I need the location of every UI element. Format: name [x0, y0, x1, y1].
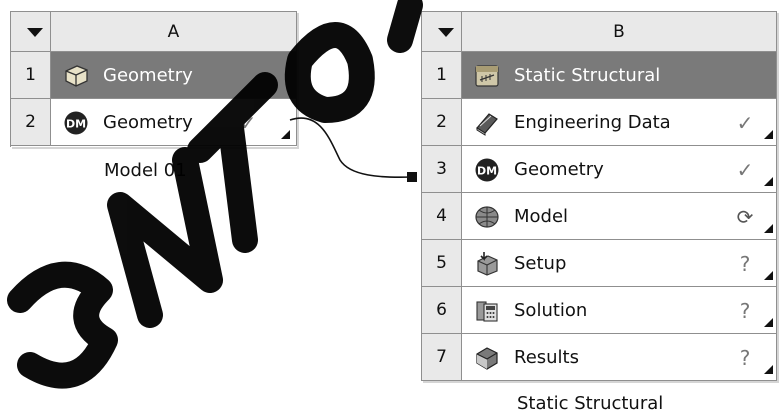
corner-arrow-icon [764, 271, 773, 280]
row-number: 7 [422, 334, 462, 381]
system-b-row-5[interactable]: 5 Setup ? [422, 240, 777, 287]
system-b-row-1[interactable]: 1 Static Structural [422, 52, 777, 99]
question-icon: ? [739, 252, 751, 276]
corner-arrow-icon [764, 177, 773, 186]
engineering-data-icon [476, 113, 498, 136]
row-number: 4 [422, 193, 462, 240]
static-structural-icon [475, 65, 499, 87]
column-letter: B [462, 12, 777, 52]
corner-arrow-icon [764, 130, 773, 139]
corner-arrow-icon [764, 365, 773, 374]
cell-label: Static Structural [514, 65, 661, 86]
cell-label: Model [514, 206, 569, 227]
question-icon: ? [739, 299, 751, 323]
system-b-row-6[interactable]: 6 Solution ? [422, 287, 777, 334]
row-number: 5 [422, 240, 462, 287]
cell-label: Results [514, 347, 579, 368]
system-b-row-3[interactable]: 3 DM Geometry ✓ [422, 146, 777, 193]
dm-icon: DM [475, 158, 499, 182]
question-icon: ? [739, 346, 751, 370]
cell-label: Setup [514, 253, 567, 274]
svg-text:DM: DM [477, 165, 497, 178]
model-icon [475, 206, 499, 228]
solution-icon [476, 301, 498, 322]
cell-label: Solution [514, 300, 588, 321]
system-b-row-7[interactable]: 7 Results ? [422, 334, 777, 381]
refresh-icon: ⟳ [736, 205, 754, 229]
check-icon: ✓ [736, 111, 754, 135]
system-b-header: B [422, 12, 777, 52]
results-icon [476, 347, 498, 370]
system-b-caption[interactable]: Static Structural [517, 393, 663, 414]
row-number: 1 [422, 52, 462, 99]
row-number: 6 [422, 287, 462, 334]
check-icon: ✓ [736, 158, 754, 182]
system-b-row-4[interactable]: 4 Model ⟳ [422, 193, 777, 240]
row-number: 2 [422, 99, 462, 146]
cell-label: Engineering Data [514, 112, 671, 133]
dropdown-arrow-icon [438, 28, 454, 37]
corner-arrow-icon [764, 224, 773, 233]
setup-icon [477, 252, 498, 276]
system-b-menu-button[interactable] [422, 12, 462, 52]
cell-label: Geometry [514, 159, 604, 180]
row-number: 3 [422, 146, 462, 193]
corner-arrow-icon [764, 318, 773, 327]
system-b: B 1 Static Structural 2 Engineering Data… [421, 11, 777, 381]
system-b-row-2[interactable]: 2 Engineering Data ✓ [422, 99, 777, 146]
